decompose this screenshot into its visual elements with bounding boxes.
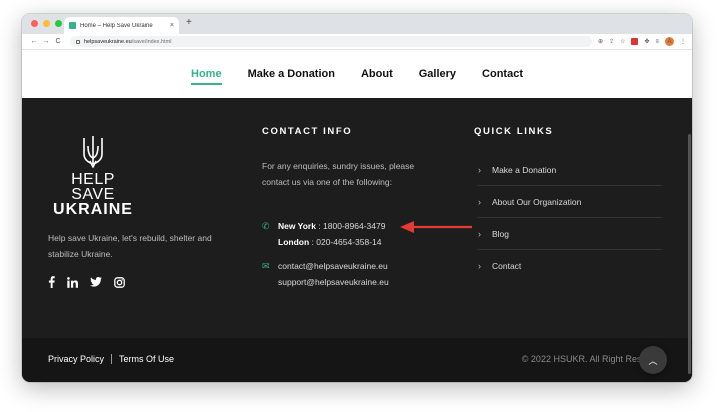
phone-icon: ✆: [262, 221, 270, 231]
bookmark-star-icon[interactable]: ☆: [620, 38, 625, 45]
zoom-icon[interactable]: ⊕: [598, 38, 603, 45]
tab-close-icon[interactable]: ×: [170, 22, 174, 29]
quick-link-label: Blog: [492, 228, 510, 239]
back-to-top-button[interactable]: ︿: [639, 346, 667, 374]
phone-contacts: ✆ New York : 1800-8964-3479 London : 020…: [262, 218, 385, 250]
address-bar[interactable]: helpsaveukraine.eu/save/index.html: [70, 36, 592, 47]
privacy-policy-link[interactable]: Privacy Policy: [48, 354, 104, 364]
quick-link-blog[interactable]: › Blog: [478, 218, 662, 250]
nav-item-gallery[interactable]: Gallery: [419, 68, 456, 80]
window-controls: [31, 20, 62, 27]
social-links: [48, 276, 125, 288]
browser-toolbar: ← → C helpsaveukraine.eu/save/index.html…: [22, 34, 692, 50]
browser-tab[interactable]: Home – Help Save Ukraine ×: [64, 17, 179, 34]
chevron-right-icon: ›: [478, 164, 481, 175]
site-logo[interactable]: HELP SAVE UKRAINE: [50, 134, 136, 218]
email-support-link[interactable]: support@helpsaveukraine.eu: [278, 274, 389, 290]
chevron-right-icon: ›: [478, 228, 481, 239]
page-scrollbar[interactable]: [688, 134, 691, 374]
contact-info-heading: CONTACT INFO: [262, 126, 353, 137]
toolbar-icons: ⊕ ⇪ ☆ ✤ ≡ A ⋮: [598, 37, 686, 46]
quick-link-label: Contact: [492, 261, 522, 271]
about-text: Help save Ukraine, let's rebuild, shelte…: [48, 233, 212, 259]
share-icon[interactable]: ⇪: [609, 38, 614, 45]
forward-icon[interactable]: →: [40, 38, 52, 45]
profile-avatar[interactable]: A: [665, 37, 674, 46]
site-footer: HELP SAVE UKRAINE Help save Ukraine, let…: [22, 98, 692, 382]
nav-item-about[interactable]: About: [361, 68, 393, 80]
footer-bottom-bar: Privacy Policy Terms Of Use © 2022 HSUKR…: [22, 338, 692, 382]
tab-title: Home – Help Save Ukraine: [80, 22, 153, 29]
extensions-puzzle-icon[interactable]: ✤: [644, 38, 649, 45]
back-icon[interactable]: ←: [28, 38, 40, 45]
quick-links-heading: QUICK LINKS: [474, 126, 554, 137]
phone2-number[interactable]: : 020-4654-358-14: [312, 237, 382, 247]
close-window-button[interactable]: [31, 20, 38, 27]
tab-bar: Home – Help Save Ukraine × +: [22, 14, 692, 34]
email-contacts: ✉ contact@helpsaveukraine.eu support@hel…: [262, 258, 389, 290]
linkedin-icon[interactable]: [67, 276, 78, 288]
quick-link-donation[interactable]: › Make a Donation: [478, 154, 662, 186]
quick-link-contact[interactable]: › Contact: [478, 250, 662, 282]
trident-emblem-icon: [83, 136, 103, 168]
logo-line-1: HELP SAVE: [71, 171, 115, 203]
lock-icon: [76, 39, 80, 44]
reload-icon[interactable]: C: [52, 38, 64, 45]
quick-links-list: › Make a Donation › About Our Organizati…: [478, 154, 662, 282]
envelope-icon: ✉: [262, 261, 270, 271]
email-contact-link[interactable]: contact@helpsaveukraine.eu: [278, 258, 389, 274]
quick-link-about[interactable]: › About Our Organization: [478, 186, 662, 218]
phone1-label: New York: [278, 221, 316, 231]
nav-item-donation[interactable]: Make a Donation: [248, 68, 335, 80]
site-navigation: Home Make a Donation About Gallery Conta…: [22, 50, 692, 98]
chevron-right-icon: ›: [478, 196, 481, 207]
new-tab-button[interactable]: +: [186, 17, 192, 28]
extension-icon[interactable]: [631, 38, 639, 45]
legal-links: Privacy Policy Terms Of Use: [48, 354, 174, 364]
quick-link-label: Make a Donation: [492, 164, 557, 175]
browser-window: Home – Help Save Ukraine × + ← → C helps…: [22, 14, 692, 382]
twitter-icon[interactable]: [90, 277, 102, 287]
logo-line-2: UKRAINE: [53, 201, 133, 218]
favicon-icon: [69, 22, 76, 29]
terms-of-use-link[interactable]: Terms Of Use: [119, 354, 174, 364]
nav-item-home[interactable]: Home: [191, 68, 222, 85]
quick-link-label: About Our Organization: [492, 196, 582, 207]
menu-kebab-icon[interactable]: ⋮: [680, 38, 686, 45]
chevron-right-icon: ›: [478, 261, 481, 271]
nav-item-contact[interactable]: Contact: [482, 68, 523, 80]
divider: [111, 354, 113, 364]
minimize-window-button[interactable]: [43, 20, 50, 27]
maximize-window-button[interactable]: [55, 20, 62, 27]
url-path: /save/index.html: [131, 38, 172, 45]
contact-intro: For any enquiries, sundry issues, please…: [262, 161, 415, 187]
reading-list-icon[interactable]: ≡: [655, 39, 659, 45]
phone2-label: London: [278, 237, 310, 247]
facebook-icon[interactable]: [48, 276, 55, 288]
chevron-up-icon: ︿: [648, 355, 658, 366]
phone1-number[interactable]: : 1800-8964-3479: [318, 221, 385, 231]
instagram-icon[interactable]: [114, 276, 125, 288]
url-host: helpsaveukraine.eu: [84, 38, 132, 45]
